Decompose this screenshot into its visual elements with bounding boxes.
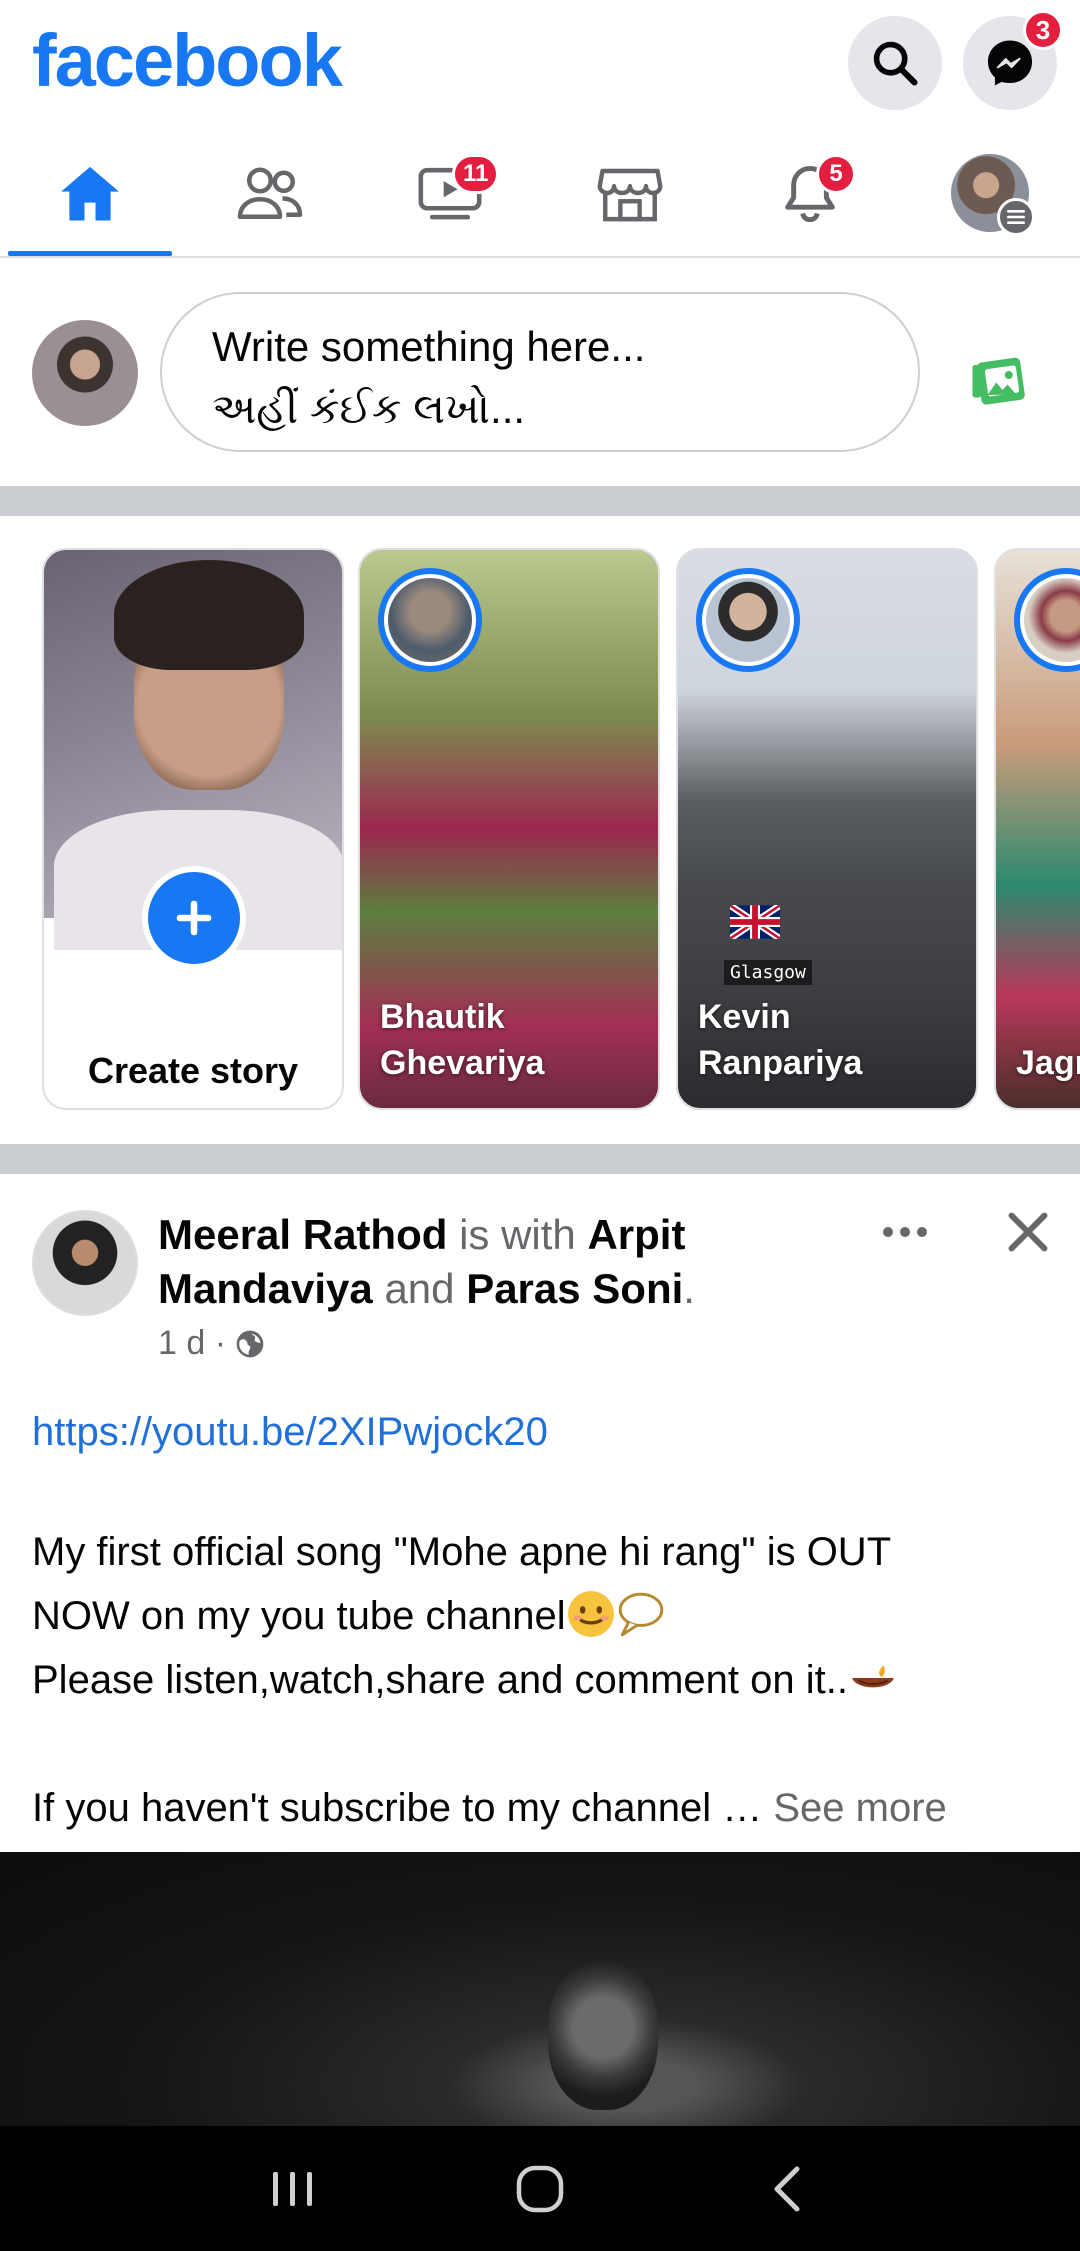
create-story-label: Create story xyxy=(87,1050,299,1091)
tab-watch[interactable]: 11 xyxy=(360,130,540,256)
speech-bubble-icon xyxy=(618,1592,663,1637)
post-timestamp[interactable]: 1 d · xyxy=(158,1324,226,1363)
recent-apps-button[interactable] xyxy=(253,2149,333,2229)
marketplace-icon xyxy=(597,168,663,222)
app-header: facebook 3 xyxy=(0,0,1080,130)
create-story-photo xyxy=(44,550,342,950)
story-avatar xyxy=(696,568,800,672)
search-button[interactable] xyxy=(848,16,942,110)
post-text-line: My first official song "Mohe apne hi ran… xyxy=(32,1530,892,1574)
post-link[interactable]: https://youtu.be/2XIPwjock20 xyxy=(32,1410,548,1455)
smiling-emoji-icon xyxy=(567,1591,614,1637)
close-icon xyxy=(1008,1212,1048,1252)
composer-placeholder-english: Write something here... xyxy=(212,323,646,370)
story-card[interactable]: Jagr Gon xyxy=(994,548,1080,1110)
post-author-name[interactable]: Meeral Rathod xyxy=(158,1211,447,1258)
friends-icon xyxy=(237,167,303,219)
search-icon xyxy=(873,41,918,86)
more-icon xyxy=(883,1227,927,1237)
diya-lamp-icon xyxy=(852,1665,894,1688)
post-composer: Write something here... અહીં કંઈક લખો... xyxy=(0,258,1080,486)
main-tab-bar: 11 5 xyxy=(0,130,1080,258)
tab-notifications[interactable]: 5 xyxy=(720,130,900,256)
story-location-sticker: Glasgow xyxy=(724,960,812,985)
photo-icon xyxy=(972,357,1025,405)
back-chevron-icon xyxy=(774,2166,800,2211)
section-divider xyxy=(0,486,1080,516)
post-options-button[interactable] xyxy=(878,1212,932,1252)
post-text-line: If you haven't subscribe to my channel …… xyxy=(32,1786,947,1830)
watch-badge: 11 xyxy=(452,154,500,194)
post-text-line: NOW on my you tube channel xyxy=(32,1584,1052,1648)
story-avatar xyxy=(378,568,482,672)
tagged-friend[interactable]: Paras Soni xyxy=(466,1265,683,1312)
post-text: My first official song "Mohe apne hi ran… xyxy=(32,1520,1052,1840)
plus-icon xyxy=(176,900,212,936)
story-author-name: Kevin Ranpariya xyxy=(698,998,863,1082)
post-video-thumbnail[interactable] xyxy=(0,1852,1080,2126)
tab-home[interactable] xyxy=(0,130,180,256)
story-card[interactable]: Bhautik Ghevariya xyxy=(358,548,660,1110)
story-card[interactable]: Glasgow Kevin Ranpariya xyxy=(676,548,978,1110)
see-more-link[interactable]: See more xyxy=(773,1786,946,1830)
home-button[interactable] xyxy=(500,2149,580,2229)
tab-marketplace[interactable] xyxy=(540,130,720,256)
composer-input[interactable]: Write something here... અહીં કંઈક લખો... xyxy=(160,292,920,452)
notifications-badge: 5 xyxy=(816,154,856,194)
add-story-button[interactable] xyxy=(142,866,246,970)
messenger-button[interactable]: 3 xyxy=(963,10,1063,110)
stories-tray: Create story Bhautik Ghevariya Glasgow K… xyxy=(0,516,1080,1144)
post-and-text: and xyxy=(384,1265,455,1312)
feed-post: Meeral Rathod is with Arpit Mandaviya an… xyxy=(0,1174,1080,1854)
tab-friends[interactable] xyxy=(180,130,360,256)
post-meta: 1 d · xyxy=(158,1324,266,1363)
story-author-name: Jagr Gon xyxy=(1016,1044,1080,1082)
home-circle-icon xyxy=(516,2165,564,2212)
home-icon xyxy=(61,166,119,221)
tab-menu[interactable] xyxy=(900,130,1080,256)
facebook-logo[interactable]: facebook xyxy=(32,18,343,103)
post-header: Meeral Rathod is with Arpit Mandaviya an… xyxy=(158,1211,695,1312)
uk-flag-icon xyxy=(730,905,780,939)
menu-icon xyxy=(997,198,1035,236)
composer-placeholder-gujarati: અહીં કંઈક લખો... xyxy=(212,385,526,432)
recent-apps-icon xyxy=(273,2171,313,2206)
create-story-card[interactable]: Create story xyxy=(42,548,344,1110)
post-text-line: Please listen,watch,share and comment on… xyxy=(32,1648,1052,1712)
user-avatar[interactable] xyxy=(32,320,138,426)
photo-button[interactable] xyxy=(970,350,1030,410)
profile-avatar xyxy=(951,154,1035,236)
video-frame-person xyxy=(548,1960,658,2110)
post-with-text: is with xyxy=(459,1211,576,1258)
messenger-badge: 3 xyxy=(1023,10,1063,50)
globe-icon xyxy=(236,1330,264,1357)
system-navigation-bar xyxy=(0,2126,1080,2251)
back-button[interactable] xyxy=(747,2149,827,2229)
section-divider xyxy=(0,1144,1080,1174)
hide-post-button[interactable] xyxy=(1000,1204,1056,1260)
story-avatar xyxy=(1014,568,1080,672)
post-author-avatar[interactable] xyxy=(32,1210,138,1316)
story-author-name: Bhautik Ghevariya xyxy=(380,998,545,1082)
